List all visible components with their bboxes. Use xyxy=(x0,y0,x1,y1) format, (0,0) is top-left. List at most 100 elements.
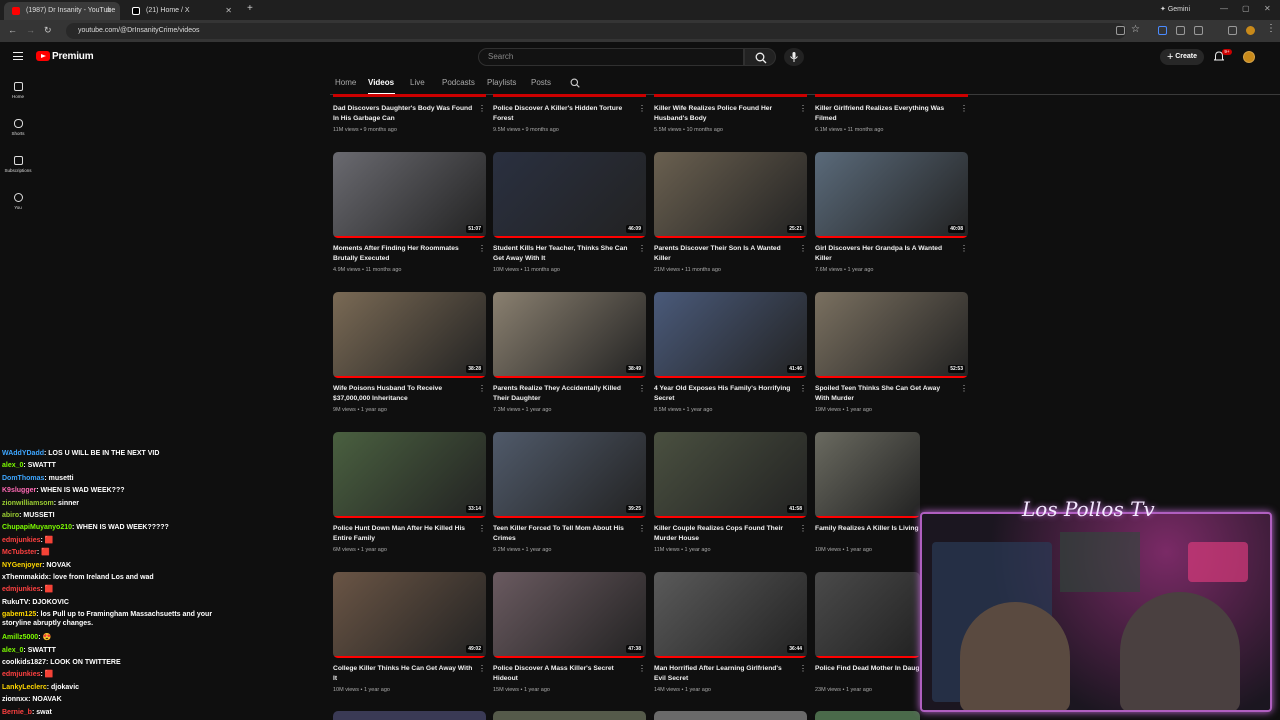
video-menu-icon[interactable]: ⋮ xyxy=(960,245,968,253)
video-title[interactable]: Moments After Finding Her Roommates Brut… xyxy=(333,244,473,264)
profile-icon[interactable] xyxy=(1228,26,1237,35)
video-menu-icon[interactable]: ⋮ xyxy=(638,245,646,253)
chat-text: : NOVAK xyxy=(42,561,72,569)
create-button[interactable]: + Create xyxy=(1160,49,1204,65)
browser-tab-youtube[interactable]: (1987) Dr Insanity - YouTube ✕ xyxy=(4,2,120,20)
bookmark-star-icon[interactable]: ☆ xyxy=(1131,24,1140,35)
premium-label[interactable]: Premium xyxy=(52,51,94,62)
video-thumbnail[interactable]: 41:58 xyxy=(654,432,807,518)
video-thumbnail[interactable]: 36:44 xyxy=(654,572,807,658)
url-field[interactable]: youtube.com/@DrInsanityCrime/videos xyxy=(66,23,1126,39)
video-thumbnail[interactable] xyxy=(815,432,920,518)
tab-playlists[interactable]: Playlists xyxy=(487,78,516,87)
video-title[interactable]: Parents Realize They Accidentally Killed… xyxy=(493,384,633,404)
video-thumbnail[interactable]: 51:07 xyxy=(333,152,486,238)
video-thumbnail[interactable] xyxy=(815,572,920,658)
video-thumbnail[interactable]: 46:09 xyxy=(493,152,646,238)
back-icon[interactable]: ← xyxy=(8,25,17,35)
video-menu-icon[interactable]: ⋮ xyxy=(478,385,486,393)
new-tab-icon[interactable]: + xyxy=(247,3,253,14)
minimize-icon[interactable]: — xyxy=(1220,4,1228,13)
rail-item-subscriptions[interactable]: Subscriptions xyxy=(0,156,36,173)
video-thumbnail-partial[interactable] xyxy=(654,711,807,720)
video-thumbnail[interactable]: 47:38 xyxy=(493,572,646,658)
video-menu-icon[interactable]: ⋮ xyxy=(960,385,968,393)
sidebar-icon[interactable] xyxy=(1194,26,1203,35)
extension-icon[interactable] xyxy=(1158,26,1167,35)
browser-tab-x[interactable]: (21) Home / X ✕ xyxy=(124,2,240,20)
rail-item-home[interactable]: Home xyxy=(0,82,36,99)
video-menu-icon[interactable]: ⋮ xyxy=(799,525,807,533)
video-title[interactable]: Police Hunt Down Man After He Killed His… xyxy=(333,524,473,544)
video-thumbnail[interactable]: 25:21 xyxy=(654,152,807,238)
avatar-icon[interactable] xyxy=(1246,26,1255,35)
video-title[interactable]: Killer Girlfriend Realizes Everything Wa… xyxy=(815,104,955,124)
video-thumbnail-partial[interactable] xyxy=(815,711,920,720)
video-thumbnail[interactable]: 40:08 xyxy=(815,152,968,238)
forward-icon[interactable]: → xyxy=(26,25,35,35)
cast-icon[interactable] xyxy=(1116,26,1125,35)
youtube-logo-icon[interactable] xyxy=(36,51,50,61)
search-button[interactable] xyxy=(744,48,776,66)
voice-search-button[interactable] xyxy=(784,48,804,66)
video-menu-icon[interactable]: ⋮ xyxy=(960,105,968,113)
video-thumbnail[interactable]: 33:14 xyxy=(333,432,486,518)
video-title[interactable]: Spoiled Teen Thinks She Can Get Away Wit… xyxy=(815,384,955,404)
video-title[interactable]: Wife Poisons Husband To Receive $37,000,… xyxy=(333,384,473,404)
video-title[interactable]: College Killer Thinks He Can Get Away Wi… xyxy=(333,664,473,684)
video-menu-icon[interactable]: ⋮ xyxy=(799,665,807,673)
video-menu-icon[interactable]: ⋮ xyxy=(478,105,486,113)
video-title[interactable]: Man Horrified After Learning Girlfriend'… xyxy=(654,664,794,684)
video-title[interactable]: Police Find Dead Mother In Daughter's Ga… xyxy=(815,664,919,674)
video-title[interactable]: Girl Discovers Her Grandpa Is A Wanted K… xyxy=(815,244,955,264)
close-window-icon[interactable]: ✕ xyxy=(1264,4,1271,13)
video-title[interactable]: Family Realizes A Killer Is Living In Th… xyxy=(815,524,919,534)
video-thumbnail[interactable]: 41:46 xyxy=(654,292,807,378)
reload-icon[interactable]: ↻ xyxy=(44,25,52,36)
account-avatar[interactable] xyxy=(1243,51,1255,63)
video-menu-icon[interactable]: ⋮ xyxy=(799,245,807,253)
video-menu-icon[interactable]: ⋮ xyxy=(799,105,807,113)
maximize-icon[interactable]: ▢ xyxy=(1242,4,1250,13)
video-menu-icon[interactable]: ⋮ xyxy=(638,525,646,533)
video-title[interactable]: Police Discover A Mass Killer's Secret H… xyxy=(493,664,633,684)
chat-text: : 🟥 xyxy=(40,586,54,594)
tab-home[interactable]: Home xyxy=(335,78,356,87)
video-menu-icon[interactable]: ⋮ xyxy=(638,385,646,393)
video-menu-icon[interactable]: ⋮ xyxy=(638,105,646,113)
video-thumbnail[interactable]: 52:53 xyxy=(815,292,968,378)
menu-dots-icon[interactable]: ⋮ xyxy=(1266,23,1276,34)
puzzle-icon[interactable] xyxy=(1176,26,1185,35)
video-thumbnail-partial[interactable] xyxy=(493,711,646,720)
video-thumbnail[interactable]: 38:49 xyxy=(493,292,646,378)
video-title[interactable]: Police Discover A Killer's Hidden Tortur… xyxy=(493,104,633,124)
video-title[interactable]: Parents Discover Their Son Is A Wanted K… xyxy=(654,244,794,264)
video-menu-icon[interactable]: ⋮ xyxy=(478,245,486,253)
rail-item-you[interactable]: You xyxy=(0,193,36,210)
video-title[interactable]: Killer Couple Realizes Cops Found Their … xyxy=(654,524,794,544)
hamburger-menu-icon[interactable] xyxy=(13,52,23,60)
gemini-button[interactable]: ✦ Gemini xyxy=(1160,4,1190,16)
close-icon[interactable]: ✕ xyxy=(105,2,112,20)
video-thumbnail[interactable]: 39:25 xyxy=(493,432,646,518)
video-menu-icon[interactable]: ⋮ xyxy=(478,665,486,673)
video-menu-icon[interactable]: ⋮ xyxy=(478,525,486,533)
video-title[interactable]: Teen Killer Forced To Tell Mom About His… xyxy=(493,524,633,544)
video-title[interactable]: Killer Wife Realizes Police Found Her Hu… xyxy=(654,104,794,124)
video-title[interactable]: Dad Discovers Daughter's Body Was Found … xyxy=(333,104,473,124)
close-icon[interactable]: ✕ xyxy=(225,2,232,20)
video-thumbnail[interactable]: 38:28 xyxy=(333,292,486,378)
tab-posts[interactable]: Posts xyxy=(531,78,551,87)
video-title[interactable]: 4 Year Old Exposes His Family's Horrifyi… xyxy=(654,384,794,404)
tab-podcasts[interactable]: Podcasts xyxy=(442,78,475,87)
rail-item-shorts[interactable]: Shorts xyxy=(0,119,36,136)
video-thumbnail-partial[interactable] xyxy=(333,711,486,720)
channel-search-icon[interactable] xyxy=(570,78,580,88)
video-thumbnail[interactable]: 49:02 xyxy=(333,572,486,658)
video-title[interactable]: Student Kills Her Teacher, Thinks She Ca… xyxy=(493,244,633,264)
tab-live[interactable]: Live xyxy=(410,78,425,87)
video-menu-icon[interactable]: ⋮ xyxy=(799,385,807,393)
video-menu-icon[interactable]: ⋮ xyxy=(638,665,646,673)
search-input[interactable]: Search xyxy=(478,48,744,66)
tab-videos[interactable]: Videos xyxy=(368,78,394,87)
